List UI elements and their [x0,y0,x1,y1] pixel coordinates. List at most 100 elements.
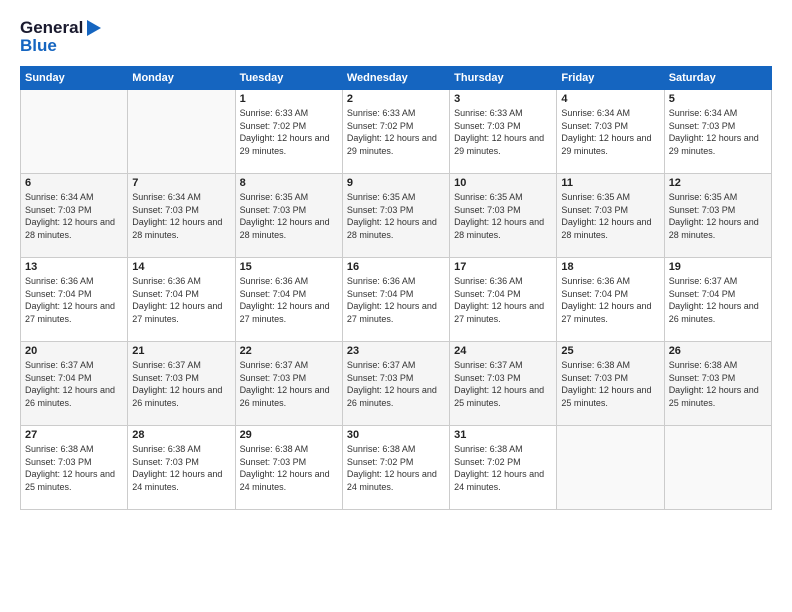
calendar-cell: 23Sunrise: 6:37 AM Sunset: 7:03 PM Dayli… [342,342,449,426]
day-number: 8 [240,177,338,189]
calendar-cell: 2 Sunrise: 6:33 AM Sunset: 7:02 PM Daylig… [342,90,449,174]
day-number: 22 [240,345,338,357]
day-number: 1 [240,93,338,105]
day-number: 20 [25,345,123,357]
calendar-cell: 16 Sunrise: 6:36 AM Sunset: 7:04 PM Dayli… [342,258,449,342]
day-of-week-header: Thursday [450,67,557,90]
calendar-cell: 8 Sunrise: 6:35 AM Sunset: 7:03 PM Daylig… [235,174,342,258]
calendar-cell: 3Sunrise: 6:33 AM Sunset: 7:03 PM Daylig… [450,90,557,174]
day-number: 26 [669,345,767,357]
day-number: 10 [454,177,552,189]
day-number: 6 [25,177,123,189]
day-number: 7 [132,177,230,189]
day-of-week-header: Monday [128,67,235,90]
calendar-cell: 13 Sunrise: 6:36 AM Sunset: 7:04 PM Dayli… [21,258,128,342]
logo-blue-text: Blue [20,36,57,56]
day-number: 30 [347,429,445,441]
day-info: Sunrise: 6:36 AM Sunset: 7:04 PM Dayligh… [25,275,123,325]
day-of-week-header: Saturday [664,67,771,90]
calendar-cell: 12 Sunrise: 6:35 AM Sunset: 7:03 PM Dayli… [664,174,771,258]
day-info: Sunrise: 6:33 AM Sunset: 7:03 PM Dayligh… [454,107,552,157]
day-info: Sunrise: 6:33 AM Sunset: 7:02 PM Dayligh… [347,107,445,157]
calendar-cell: 17 Sunrise: 6:36 AM Sunset: 7:04 PM Dayli… [450,258,557,342]
day-number: 25 [561,345,659,357]
calendar-cell: 28 Sunrise: 6:38 AM Sunset: 7:03 PM Dayli… [128,426,235,510]
calendar-cell: 10Sunrise: 6:35 AM Sunset: 7:03 PM Dayli… [450,174,557,258]
calendar-cell: 5 Sunrise: 6:34 AM Sunset: 7:03 PM Daylig… [664,90,771,174]
day-number: 29 [240,429,338,441]
day-info: Sunrise: 6:35 AM Sunset: 7:03 PM Dayligh… [669,191,767,241]
calendar-week-row: 13 Sunrise: 6:36 AM Sunset: 7:04 PM Dayli… [21,258,772,342]
day-number: 9 [347,177,445,189]
page: General Blue SundayMondayTuesdayWednesda… [0,0,792,612]
calendar-week-row: 20 Sunrise: 6:37 AM Sunset: 7:04 PM Dayli… [21,342,772,426]
day-number: 21 [132,345,230,357]
calendar-cell: 29 Sunrise: 6:38 AM Sunset: 7:03 PM Dayli… [235,426,342,510]
day-number: 12 [669,177,767,189]
day-number: 5 [669,93,767,105]
calendar-cell: 9Sunrise: 6:35 AM Sunset: 7:03 PM Daylig… [342,174,449,258]
day-number: 18 [561,261,659,273]
day-number: 11 [561,177,659,189]
day-info: Sunrise: 6:34 AM Sunset: 7:03 PM Dayligh… [669,107,767,157]
day-of-week-header: Wednesday [342,67,449,90]
day-info: Sunrise: 6:37 AM Sunset: 7:03 PM Dayligh… [132,359,230,409]
day-number: 13 [25,261,123,273]
day-number: 19 [669,261,767,273]
calendar-cell: 27Sunrise: 6:38 AM Sunset: 7:03 PM Dayli… [21,426,128,510]
logo: General Blue [20,18,101,56]
day-of-week-header: Sunday [21,67,128,90]
day-number: 2 [347,93,445,105]
day-info: Sunrise: 6:35 AM Sunset: 7:03 PM Dayligh… [561,191,659,241]
logo-arrow-icon [87,20,101,36]
calendar-cell: 18 Sunrise: 6:36 AM Sunset: 7:04 PM Dayli… [557,258,664,342]
day-info: Sunrise: 6:35 AM Sunset: 7:03 PM Dayligh… [240,191,338,241]
day-info: Sunrise: 6:37 AM Sunset: 7:04 PM Dayligh… [669,275,767,325]
day-info: Sunrise: 6:38 AM Sunset: 7:03 PM Dayligh… [240,443,338,493]
calendar-cell: 15 Sunrise: 6:36 AM Sunset: 7:04 PM Dayli… [235,258,342,342]
calendar-cell: 7Sunrise: 6:34 AM Sunset: 7:03 PM Daylig… [128,174,235,258]
day-number: 14 [132,261,230,273]
day-number: 16 [347,261,445,273]
day-info: Sunrise: 6:38 AM Sunset: 7:03 PM Dayligh… [669,359,767,409]
day-info: Sunrise: 6:36 AM Sunset: 7:04 PM Dayligh… [240,275,338,325]
calendar-cell: 6 Sunrise: 6:34 AM Sunset: 7:03 PM Daylig… [21,174,128,258]
calendar-cell [128,90,235,174]
calendar-cell: 25 Sunrise: 6:38 AM Sunset: 7:03 PM Dayli… [557,342,664,426]
day-of-week-header: Tuesday [235,67,342,90]
day-info: Sunrise: 6:37 AM Sunset: 7:03 PM Dayligh… [240,359,338,409]
calendar-cell [557,426,664,510]
header: General Blue [20,18,772,56]
calendar-header-row: SundayMondayTuesdayWednesdayThursdayFrid… [21,67,772,90]
day-number: 24 [454,345,552,357]
day-number: 15 [240,261,338,273]
day-info: Sunrise: 6:36 AM Sunset: 7:04 PM Dayligh… [132,275,230,325]
calendar-cell [21,90,128,174]
day-info: Sunrise: 6:37 AM Sunset: 7:03 PM Dayligh… [454,359,552,409]
day-number: 4 [561,93,659,105]
calendar-week-row: 27Sunrise: 6:38 AM Sunset: 7:03 PM Dayli… [21,426,772,510]
day-info: Sunrise: 6:38 AM Sunset: 7:02 PM Dayligh… [347,443,445,493]
day-info: Sunrise: 6:34 AM Sunset: 7:03 PM Dayligh… [561,107,659,157]
day-info: Sunrise: 6:36 AM Sunset: 7:04 PM Dayligh… [454,275,552,325]
day-of-week-header: Friday [557,67,664,90]
calendar-cell: 24 Sunrise: 6:37 AM Sunset: 7:03 PM Dayli… [450,342,557,426]
day-number: 28 [132,429,230,441]
calendar-cell [664,426,771,510]
calendar-cell: 1Sunrise: 6:33 AM Sunset: 7:02 PM Daylig… [235,90,342,174]
day-info: Sunrise: 6:38 AM Sunset: 7:03 PM Dayligh… [132,443,230,493]
calendar-table: SundayMondayTuesdayWednesdayThursdayFrid… [20,66,772,510]
calendar-week-row: 1 Sunrise: 6:33 AM Sunset: 7:02 PM Daylig… [21,90,772,174]
day-info: Sunrise: 6:38 AM Sunset: 7:03 PM Dayligh… [561,359,659,409]
calendar-cell: 19 Sunrise: 6:37 AM Sunset: 7:04 PM Dayli… [664,258,771,342]
calendar-cell: 4 Sunrise: 6:34 AM Sunset: 7:03 PM Daylig… [557,90,664,174]
day-info: Sunrise: 6:36 AM Sunset: 7:04 PM Dayligh… [347,275,445,325]
day-info: Sunrise: 6:36 AM Sunset: 7:04 PM Dayligh… [561,275,659,325]
day-info: Sunrise: 6:37 AM Sunset: 7:04 PM Dayligh… [25,359,123,409]
calendar-cell: 14 Sunrise: 6:36 AM Sunset: 7:04 PM Dayli… [128,258,235,342]
calendar-cell: 26 Sunrise: 6:38 AM Sunset: 7:03 PM Dayli… [664,342,771,426]
day-number: 17 [454,261,552,273]
calendar-cell: 21 Sunrise: 6:37 AM Sunset: 7:03 PM Dayli… [128,342,235,426]
calendar-cell: 20 Sunrise: 6:37 AM Sunset: 7:04 PM Dayli… [21,342,128,426]
day-info: Sunrise: 6:34 AM Sunset: 7:03 PM Dayligh… [25,191,123,241]
